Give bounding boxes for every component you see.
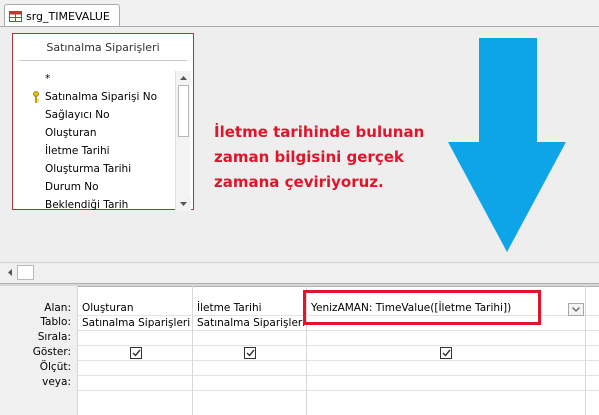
field-item-label: Satınalma Siparişi No — [45, 91, 158, 103]
field-list-scrollbar[interactable] — [175, 71, 191, 211]
field-cell[interactable]: YenizAMAN: TimeValue([İletme Tarihi]) — [307, 301, 562, 315]
scroll-thumb[interactable] — [17, 265, 34, 280]
query-design-grid: Alan: Tablo: Sırala: Göster: Ölçüt: veya… — [0, 286, 599, 415]
show-checkbox[interactable] — [130, 347, 142, 359]
annotation-line: zamana çeviriyoruz. — [214, 173, 384, 191]
table-title-divider — [19, 60, 187, 61]
field-item[interactable]: Beklendiği Tarih — [13, 196, 175, 214]
table-cell[interactable] — [307, 316, 562, 330]
grid-column[interactable]: Oluşturan Satınalma Siparişleri — [77, 286, 193, 415]
triangle-up-icon — [180, 76, 187, 80]
checkmark-icon — [246, 349, 255, 357]
field-cell[interactable]: İletme Tarihi — [193, 301, 306, 315]
key-icon — [33, 91, 39, 103]
field-item[interactable]: Durum No — [13, 178, 175, 196]
row-label-field: Alan: — [44, 302, 71, 314]
annotation-text: İletme tarihinde bulunan zaman bilgisini… — [214, 120, 454, 195]
field-item[interactable]: Oluşturma Tarihi — [13, 160, 175, 178]
tab-label: srg_TIMEVALUE — [26, 9, 110, 23]
show-checkbox[interactable] — [244, 347, 256, 359]
annotation-line: İletme tarihinde bulunan — [214, 123, 425, 141]
upper-pane-horizontal-scrollbar[interactable] — [0, 262, 599, 282]
field-dropdown-button[interactable] — [568, 303, 584, 316]
field-item[interactable]: * — [13, 70, 175, 88]
row-label-table: Tablo: — [40, 316, 71, 328]
grid-column[interactable]: İletme Tarihi Satınalma Siparişleri — [193, 286, 307, 415]
show-checkbox[interactable] — [440, 347, 452, 359]
field-item[interactable]: Sağlayıcı No — [13, 106, 175, 124]
row-label-sort: Sırala: — [37, 331, 71, 343]
chevron-down-icon — [572, 307, 580, 312]
field-cell[interactable]: Oluşturan — [78, 301, 193, 315]
query-design-upper-pane: Satınalma Siparişleri * Satınalma Sipari… — [0, 27, 599, 263]
row-label-or: veya: — [42, 376, 71, 388]
triangle-down-icon — [180, 202, 187, 206]
triangle-left-icon — [7, 269, 12, 276]
grid-row-labels: Alan: Tablo: Sırala: Göster: Ölçüt: veya… — [0, 286, 77, 415]
scroll-up-button[interactable] — [176, 71, 191, 85]
table-field-list[interactable]: Satınalma Siparişleri * Satınalma Sipari… — [12, 33, 194, 211]
scroll-down-button[interactable] — [176, 197, 191, 211]
query-tab[interactable]: srg_TIMEVALUE — [4, 4, 120, 27]
checkmark-icon — [132, 349, 141, 357]
field-item[interactable]: Oluşturan — [13, 124, 175, 142]
field-list: * Satınalma Siparişi No Sağlayıcı No Olu… — [13, 70, 175, 214]
checkmark-icon — [442, 349, 451, 357]
field-item-primary-key[interactable]: Satınalma Siparişi No — [13, 88, 175, 106]
table-cell[interactable]: Satınalma Siparişleri — [78, 316, 193, 330]
query-icon — [9, 10, 22, 22]
row-label-criteria: Ölçüt: — [39, 361, 71, 373]
scroll-thumb[interactable] — [178, 85, 189, 137]
table-title: Satınalma Siparişleri — [46, 40, 160, 54]
grid-column[interactable]: YenizAMAN: TimeValue([İletme Tarihi]) — [307, 286, 586, 415]
annotation-line: zaman bilgisini gerçek — [214, 148, 404, 166]
scroll-left-button[interactable] — [2, 265, 17, 280]
field-item[interactable]: İletme Tarihi — [13, 142, 175, 160]
down-arrow-icon — [448, 38, 566, 252]
document-tab-bar: srg_TIMEVALUE — [0, 0, 599, 27]
row-label-show: Göster: — [32, 346, 71, 358]
table-cell[interactable]: Satınalma Siparişleri — [193, 316, 306, 330]
